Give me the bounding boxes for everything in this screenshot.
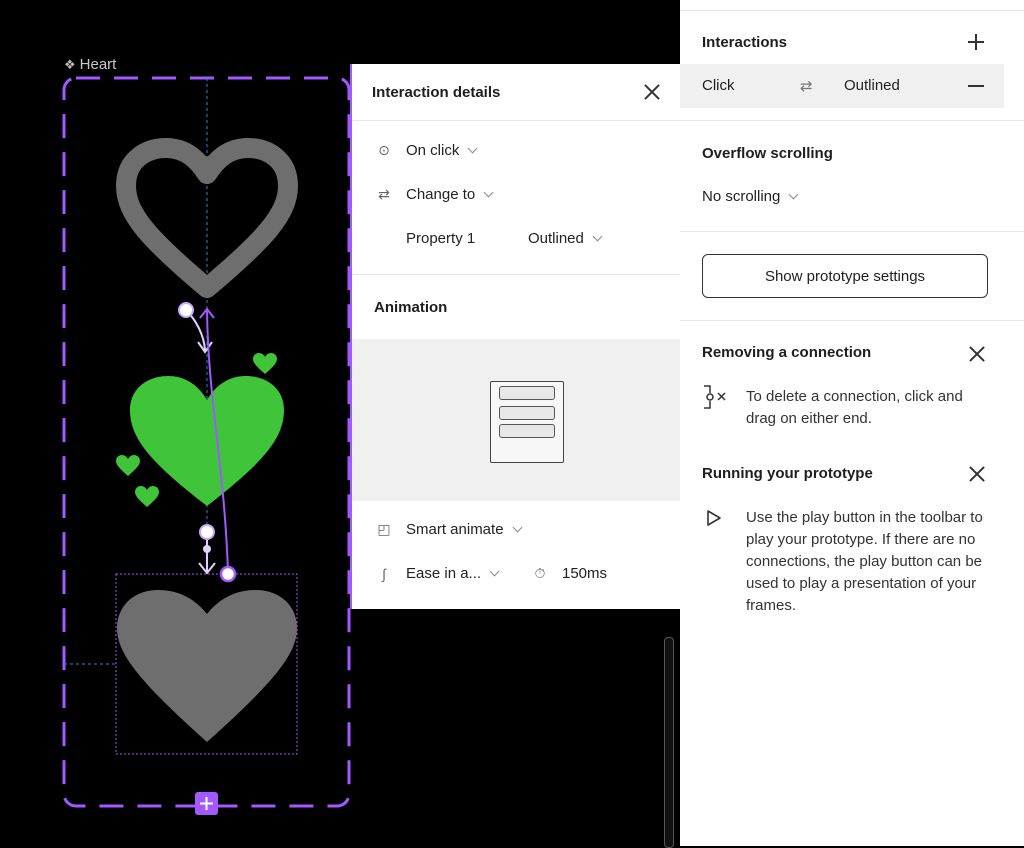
interactions-title: Interactions <box>702 34 788 51</box>
divider <box>680 10 1024 11</box>
small-heart <box>135 486 159 507</box>
swap-icon: ⇄ <box>800 78 813 95</box>
close-icon[interactable] <box>967 464 987 484</box>
chevron-down-icon <box>788 189 799 200</box>
canvas-scrollbar[interactable] <box>664 637 674 848</box>
small-heart <box>253 353 277 374</box>
close-icon[interactable] <box>642 82 662 102</box>
easing-curve-icon: ∫ <box>382 565 386 582</box>
tip-text: Use the play button in the toolbar to pl… <box>746 509 983 614</box>
swap-icon: ⇄ <box>378 186 390 202</box>
divider <box>680 120 1024 121</box>
prototype-panel: Interactions Click ⇄ Outlined Overflow s… <box>680 0 1024 846</box>
property-value: Outlined <box>528 230 584 247</box>
animation-type-value: Smart animate <box>406 521 504 538</box>
overflow-value: No scrolling <box>702 188 781 205</box>
property-label: Property 1 <box>406 230 476 247</box>
connection-dot <box>203 545 211 553</box>
chevron-down-icon <box>489 566 500 577</box>
chevron-down-icon <box>467 143 478 154</box>
action-dropdown[interactable]: ⇄ Change to <box>352 186 494 203</box>
disconnect-icon <box>704 385 726 409</box>
property-row: Property 1 <box>406 230 475 247</box>
connection-handle[interactable] <box>219 565 237 583</box>
tip-title: Removing a connection <box>702 344 872 361</box>
popup-title: Interaction details <box>372 83 501 101</box>
show-prototype-settings-button[interactable]: Show prototype settings <box>702 254 988 298</box>
easing-dropdown[interactable]: ∫ Ease in a... <box>352 565 500 582</box>
preview-frame-icon <box>490 381 564 463</box>
animation-type-dropdown[interactable]: ◰ Smart animate <box>352 521 522 538</box>
chevron-down-icon <box>512 522 522 533</box>
close-icon[interactable] <box>967 344 987 364</box>
smart-animate-icon: ◰ <box>377 521 391 537</box>
play-icon <box>707 510 721 526</box>
remove-interaction-button[interactable] <box>968 85 984 87</box>
preview-bar <box>499 406 555 420</box>
trigger-dropdown[interactable]: ⊙ On click <box>352 142 478 159</box>
tip-title: Running your prototype <box>702 465 873 482</box>
tip-text: To delete a connection, click and drag o… <box>746 388 963 427</box>
connection-handle[interactable] <box>178 302 194 318</box>
overflow-dropdown[interactable]: No scrolling <box>702 188 799 205</box>
preview-bar <box>499 386 555 400</box>
interaction-trigger: Click <box>702 77 735 94</box>
chevron-down-icon <box>592 231 603 242</box>
interaction-row[interactable]: Click ⇄ Outlined <box>680 64 1004 108</box>
animation-preview <box>352 339 682 501</box>
duration-field[interactable]: ⏱ 150ms <box>508 565 608 582</box>
connection-handle[interactable] <box>199 524 215 540</box>
preview-bar <box>499 424 555 438</box>
divider <box>680 320 1024 321</box>
chevron-down-icon <box>483 187 494 198</box>
popup-header: Interaction details <box>352 64 682 121</box>
interaction-details-popup: Interaction details ⊙ On click ⇄ Change … <box>350 64 682 609</box>
divider <box>352 274 682 275</box>
trigger-value: On click <box>406 142 460 159</box>
overflow-title: Overflow scrolling <box>702 145 833 162</box>
interaction-target: Outlined <box>844 77 900 94</box>
animation-title: Animation <box>374 299 448 316</box>
trigger-icon: ⊙ <box>378 142 390 158</box>
property-value-dropdown[interactable]: Outlined <box>528 230 603 247</box>
small-heart <box>116 455 140 476</box>
duration-value: 150ms <box>562 565 608 582</box>
filled-gray-heart[interactable] <box>117 590 297 742</box>
add-interaction-button[interactable] <box>968 34 984 50</box>
timer-icon: ⏱ <box>534 565 546 581</box>
action-value: Change to <box>406 186 476 203</box>
divider <box>680 231 1024 232</box>
easing-value: Ease in a... <box>406 565 482 582</box>
